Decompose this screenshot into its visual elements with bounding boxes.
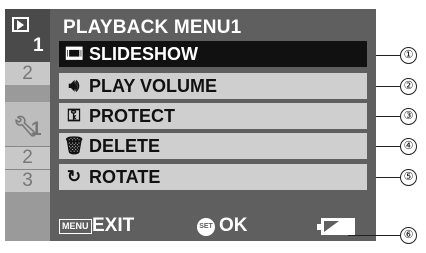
slideshow-icon: 🎞︎ <box>63 44 85 63</box>
menu-item-label: PROTECT <box>89 105 176 126</box>
callout-1: ① <box>400 47 417 64</box>
callout-line <box>376 146 400 147</box>
tab-number: 1 <box>33 35 44 56</box>
tab-setup-2[interactable]: 2 <box>5 146 50 169</box>
menu-title: PLAYBACK MENU1 <box>63 17 242 38</box>
menu-button-icon: MENU <box>59 219 92 234</box>
callout-2: ② <box>400 78 417 95</box>
tab-strip: 1 2 🔧︎ 1 2 3 <box>5 9 50 241</box>
play-icon <box>12 17 29 32</box>
menu-item-slideshow[interactable]: 🎞︎ SLIDESHOW <box>59 41 367 67</box>
menu-item-label: PLAY VOLUME <box>89 75 218 96</box>
tab-playback-2[interactable]: 2 <box>5 62 50 85</box>
tab-setup-1[interactable]: 🔧︎ 1 <box>5 102 50 146</box>
battery-icon <box>317 218 355 235</box>
exit-button[interactable]: EXIT <box>92 215 134 237</box>
callout-line <box>376 55 400 56</box>
set-button-icon: SET <box>197 218 215 236</box>
ok-button[interactable]: OK <box>219 215 248 237</box>
trash-icon: 🗑︎ <box>63 136 85 155</box>
menu-panel: PLAYBACK MENU1 🎞︎ SLIDESHOW 🔊︎ PLAY VOLU… <box>50 9 376 241</box>
menu-item-play-volume[interactable]: 🔊︎ PLAY VOLUME <box>59 73 367 99</box>
callout-4: ④ <box>400 138 417 155</box>
callout-3: ③ <box>400 108 417 125</box>
callout-6: ⑥ <box>400 227 417 244</box>
callout-line <box>376 86 400 87</box>
tab-playback-1[interactable]: 1 <box>5 9 50 62</box>
menu-item-label: SLIDESHOW <box>89 43 199 64</box>
key-icon: ⚿ <box>67 106 81 125</box>
callout-line <box>376 116 400 117</box>
rotate-icon: ↻ <box>66 167 82 186</box>
tab-setup-3[interactable]: 3 <box>5 169 50 192</box>
menu-item-label: ROTATE <box>89 166 161 187</box>
menu-item-label: DELETE <box>89 135 161 156</box>
menu-item-protect[interactable]: ⚿ PROTECT <box>59 103 367 129</box>
callout-line <box>376 177 400 178</box>
menu-item-delete[interactable]: 🗑︎ DELETE <box>59 133 367 159</box>
callout-line <box>348 235 400 236</box>
callout-5: ⑤ <box>400 169 417 186</box>
menu-footer: MENU EXIT SET OK <box>59 215 367 239</box>
speaker-icon: 🔊︎ <box>68 76 80 95</box>
menu-item-rotate[interactable]: ↻ ROTATE <box>59 164 367 190</box>
tab-number: 1 <box>31 119 42 140</box>
